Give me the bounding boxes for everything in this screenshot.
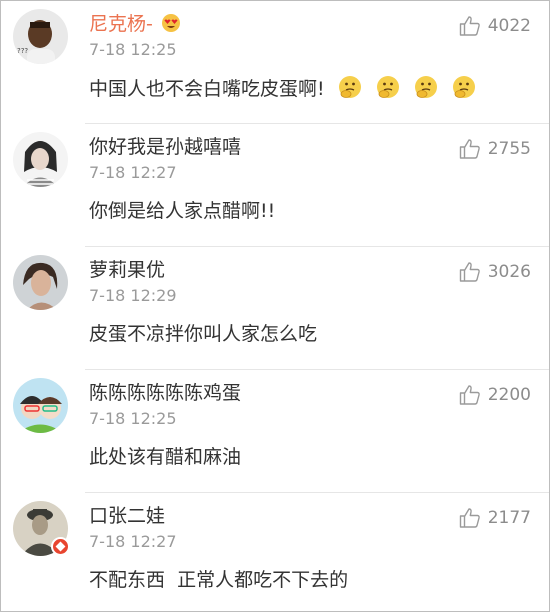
comment-author-name: 尼克杨- (89, 13, 153, 35)
comment-author[interactable]: 陈陈陈陈陈陈鸡蛋 (89, 380, 241, 406)
thumbs-up-icon (459, 139, 480, 159)
comment-list: ??? 尼克杨- 7-18 12:25 中国人也不会白嘴吃皮蛋啊! 4022 你… (0, 0, 550, 612)
comment-item: 你好我是孙越嘻嘻 7-18 12:27 你倒是给人家点醋啊!! 2755 (1, 124, 549, 247)
comment-item: 陈陈陈陈陈陈鸡蛋 7-18 12:25 此处该有醋和麻油 2200 (1, 370, 549, 493)
thumbs-up-icon (459, 385, 480, 405)
like-count: 2177 (487, 508, 531, 528)
like-count: 2755 (487, 139, 531, 159)
comment-text: 中国人也不会白嘴吃皮蛋啊! (89, 74, 477, 103)
comment-time: 7-18 12:29 (89, 286, 177, 305)
avatar[interactable] (13, 378, 68, 433)
comment-author[interactable]: 你好我是孙越嘻嘻 (89, 134, 241, 160)
comment-item: 口张二娃 7-18 12:27 不配东西 正常人都吃不下去的 2177 (1, 493, 549, 611)
like-button[interactable]: 2755 (458, 136, 531, 162)
comment-time: 7-18 12:25 (89, 409, 177, 428)
verified-badge-icon (51, 537, 70, 556)
thumbs-up-icon (459, 508, 480, 528)
avatar[interactable] (13, 255, 68, 310)
avatar[interactable]: ??? (13, 9, 68, 64)
comment-author[interactable]: 萝莉果优 (89, 257, 165, 283)
thumbs-up-icon (459, 262, 480, 282)
comment-item: ??? 尼克杨- 7-18 12:25 中国人也不会白嘴吃皮蛋啊! 4022 (1, 1, 549, 124)
comment-text-content: 中国人也不会白嘴吃皮蛋啊! (89, 78, 325, 100)
heart-eyes-emoji-icon (161, 14, 180, 32)
like-count: 3026 (487, 262, 531, 282)
thinking-emoji-icon (414, 76, 437, 98)
svg-text:???: ??? (17, 47, 28, 55)
thumbs-up-icon (459, 16, 480, 36)
like-button[interactable]: 2177 (458, 505, 531, 531)
comment-text: 你倒是给人家点醋啊!! (89, 200, 276, 222)
comment-author[interactable]: 尼克杨- (89, 11, 181, 37)
thinking-emoji-icon (338, 76, 361, 98)
comment-time: 7-18 12:25 (89, 40, 177, 59)
comment-text: 此处该有醋和麻油 (89, 446, 242, 468)
like-button[interactable]: 2200 (458, 382, 531, 408)
like-button[interactable]: 3026 (458, 259, 531, 285)
comment-text: 不配东西 正常人都吃不下去的 (89, 569, 349, 591)
comment-time: 7-18 12:27 (89, 163, 177, 182)
comment-time: 7-18 12:27 (89, 532, 177, 551)
like-count: 4022 (487, 16, 531, 36)
comment-item: 萝莉果优 7-18 12:29 皮蛋不凉拌你叫人家怎么吃 3026 (1, 247, 549, 370)
like-count: 2200 (487, 385, 531, 405)
avatar[interactable] (13, 132, 68, 187)
thinking-emoji-icon (376, 76, 399, 98)
like-button[interactable]: 4022 (458, 13, 531, 39)
comment-author[interactable]: 口张二娃 (89, 503, 165, 529)
thinking-emoji-icon (452, 76, 475, 98)
comment-text: 皮蛋不凉拌你叫人家怎么吃 (89, 323, 318, 345)
